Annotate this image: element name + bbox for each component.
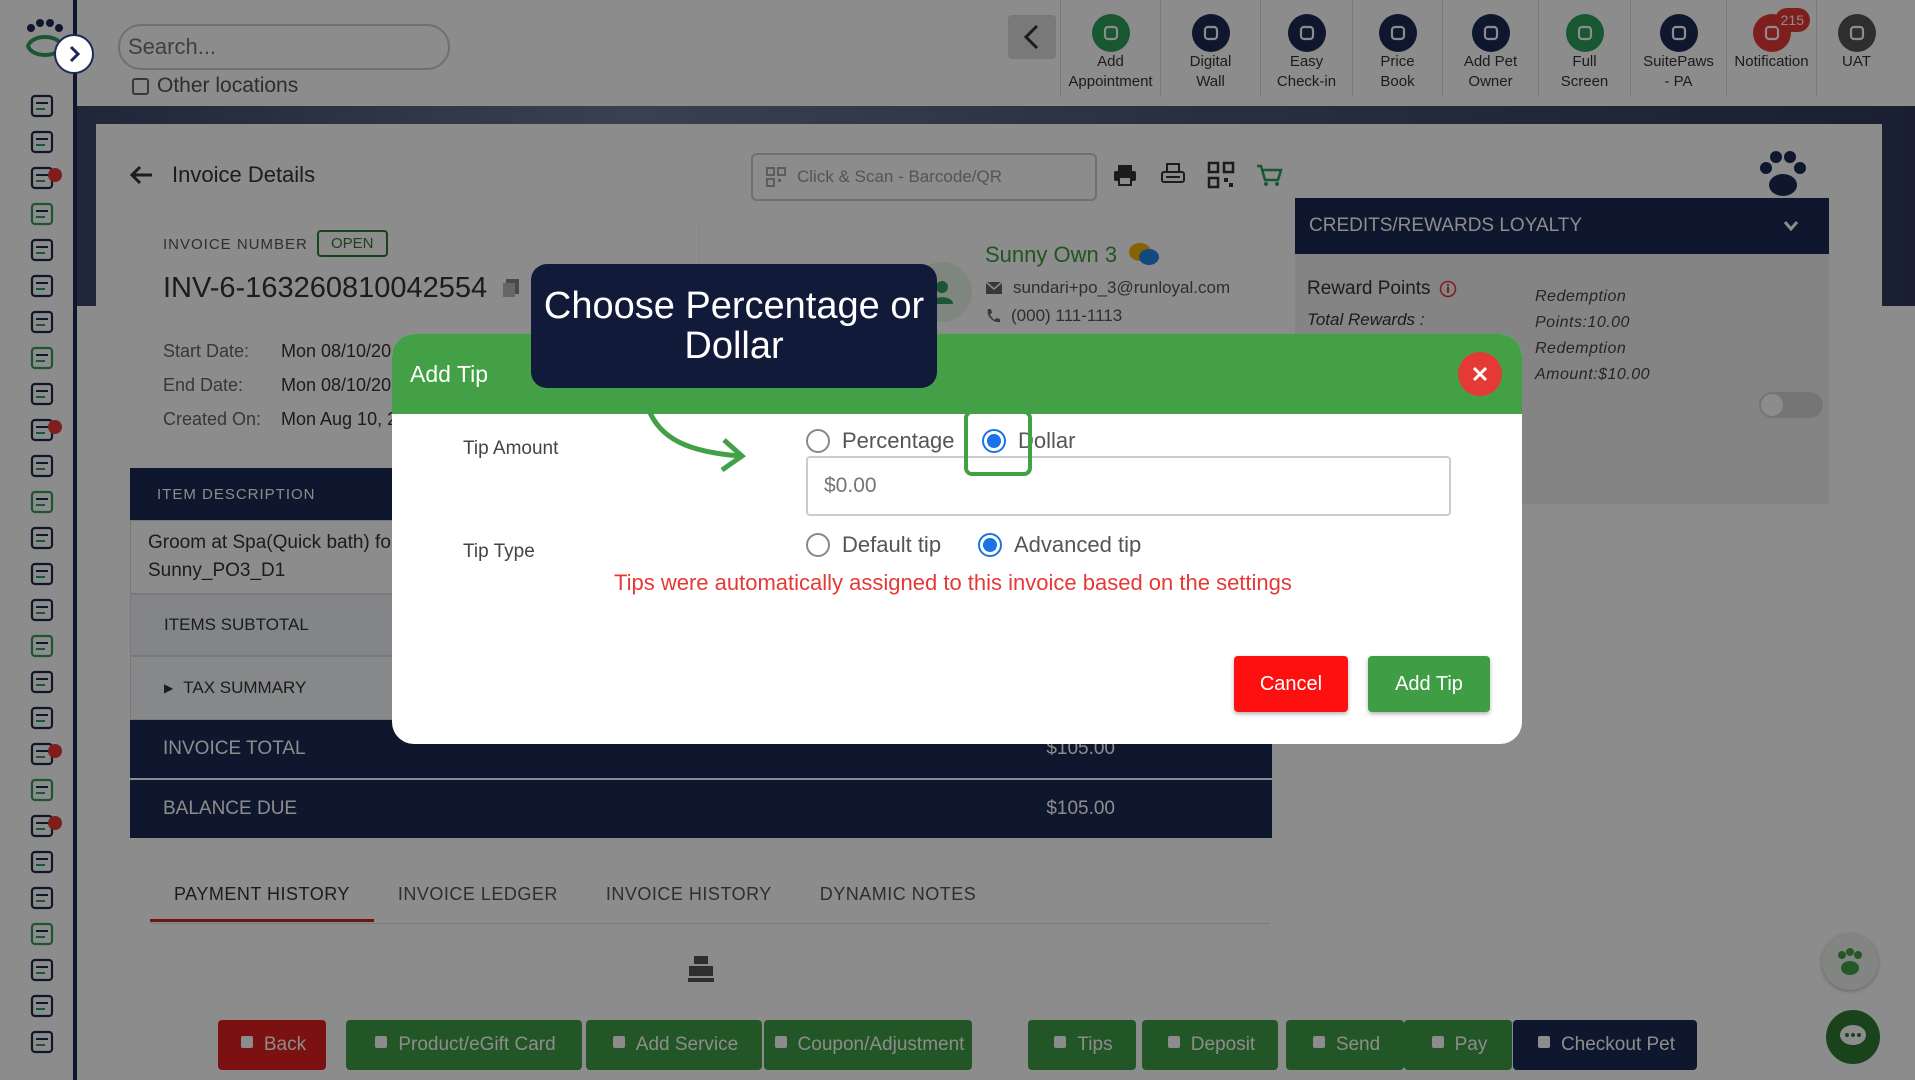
close-modal-button[interactable] [1458,352,1502,396]
tutorial-callout: Choose Percentage or Dollar [531,264,937,388]
default-tip-label: Default tip [842,532,942,557]
modal-title: Add Tip [410,360,488,387]
percentage-label: Percentage [842,428,955,453]
expand-sidebar-button[interactable] [54,34,94,74]
tip-amount-label: Tip Amount [463,438,559,459]
percentage-option[interactable]: Percentage [806,428,955,454]
tip-amount-input[interactable] [806,456,1451,516]
default-tip-option[interactable]: Default tip [806,532,941,558]
cancel-button[interactable]: Cancel [1234,656,1348,712]
percentage-radio[interactable] [806,429,830,453]
chevron-right-icon [69,45,81,63]
advanced-tip-label: Advanced tip [1014,532,1142,557]
add-tip-modal: Add Tip Tip Amount Percentage Dollar Tip… [392,334,1522,744]
pointer-arrow-icon [645,407,747,473]
default-tip-radio[interactable] [806,533,830,557]
advanced-tip-option[interactable]: Advanced tip [978,532,1141,558]
dollar-highlight-box [964,410,1032,476]
advanced-tip-radio[interactable] [978,533,1002,557]
add-tip-button[interactable]: Add Tip [1368,656,1490,712]
auto-tip-message: Tips were automatically assigned to this… [614,570,1292,595]
close-icon [1472,366,1488,382]
tip-type-label: Tip Type [463,541,535,562]
